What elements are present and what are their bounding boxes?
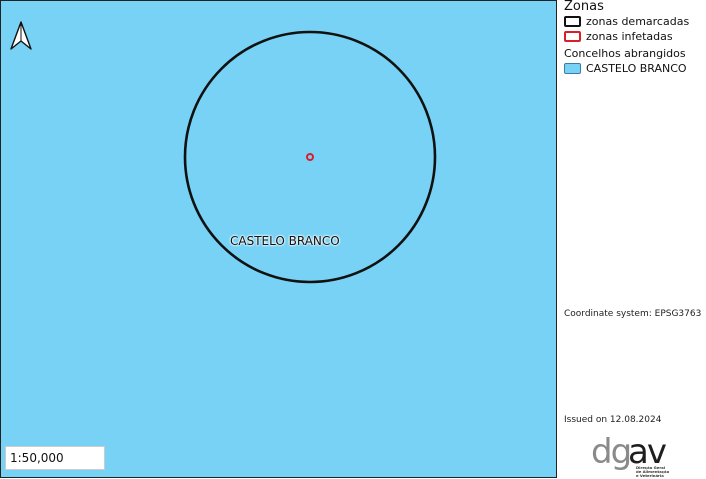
map-area[interactable]: CASTELO BRANCO 1:50,000 [0,0,557,478]
issued-date-label: Issued on 12.08.2024 [564,415,662,425]
legend-item-label: zonas demarcadas [586,15,690,28]
dgav-logo: dg av Direção Geral de Alimentação e Vet… [591,432,670,478]
coordinate-system-label: Coordinate system: EPSG3763 [564,309,702,319]
demarcated-swatch-icon [564,16,581,27]
municipality-swatch-icon [564,63,581,74]
legend-item-infected: zonas infetadas [564,29,706,44]
infected-swatch-icon [564,31,581,42]
municipality-map-label: CASTELO BRANCO [230,234,340,248]
legend-subtitle: Concelhos abrangidos [564,47,686,60]
svg-text:e Veterinária: e Veterinária [636,473,664,478]
svg-text:dg: dg [591,432,630,472]
legend: Zonas zonas demarcadas zonas infetadas C… [564,0,706,76]
legend-item-label: CASTELO BRANCO [586,62,687,75]
legend-item-demarcated: zonas demarcadas [564,14,706,29]
scale-label: 1:50,000 [5,446,105,470]
legend-title: Zonas [564,0,604,14]
infected-zone-circle[interactable] [306,153,314,161]
legend-item-municipality: CASTELO BRANCO [564,61,706,76]
legend-item-label: zonas infetadas [586,30,673,43]
